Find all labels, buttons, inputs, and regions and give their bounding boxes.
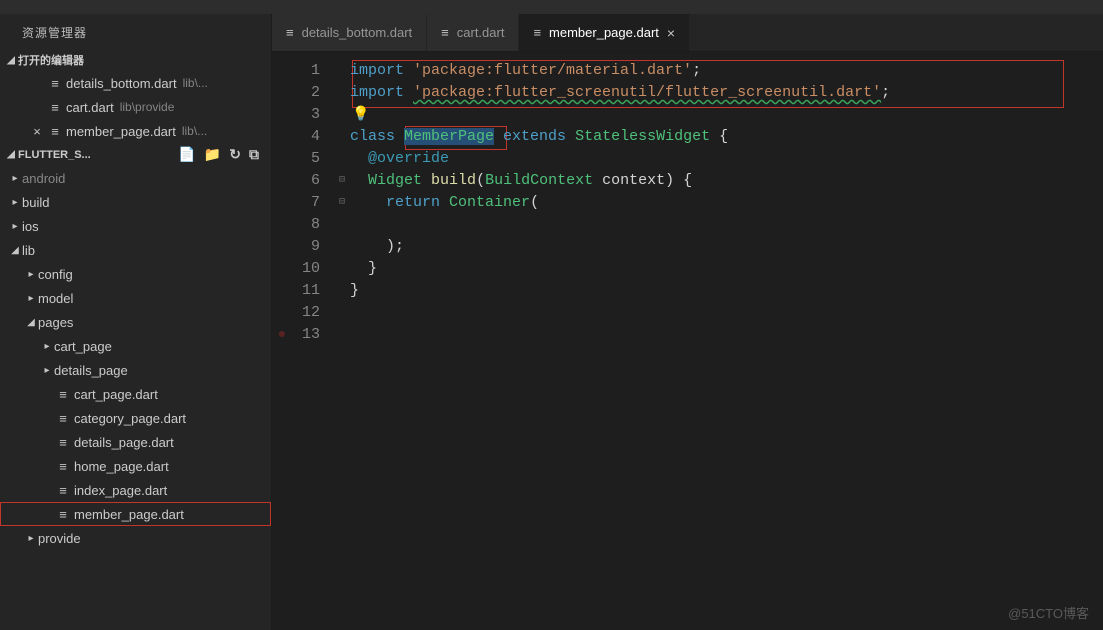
chevron-right-icon: ▸ [24, 269, 38, 280]
code-content[interactable]: import 'package:flutter/material.dart';i… [350, 60, 1103, 630]
file-icon: ≡ [441, 25, 449, 40]
file-icon: ≡ [46, 124, 64, 139]
tree-file[interactable]: ≡category_page.dart [0, 406, 271, 430]
fold-gutter[interactable]: ⊟⊟ [334, 60, 350, 630]
file-path: lib\provide [120, 100, 175, 114]
explorer-sidebar: 资源管理器 ◢ 打开的编辑器 ×≡details_bottom.dartlib\… [0, 14, 272, 630]
tree-folder[interactable]: ▸details_page [0, 358, 271, 382]
new-file-icon[interactable]: 📄 [178, 146, 195, 163]
file-icon: ≡ [286, 25, 294, 40]
tree-file[interactable]: ≡member_page.dart [0, 502, 271, 526]
chevron-down-icon: ◢ [4, 55, 18, 66]
breakpoint-gutter[interactable]: ● [272, 60, 292, 630]
tab-label: details_bottom.dart [302, 25, 413, 40]
file-icon: ≡ [46, 100, 64, 115]
chevron-down-icon: ◢ [4, 149, 18, 160]
file-icon: ≡ [54, 459, 72, 474]
tree-item-label: android [22, 171, 65, 186]
tree-item-label: category_page.dart [74, 411, 186, 426]
chevron-right-icon: ▸ [24, 533, 38, 544]
chevron-right-icon: ▸ [8, 173, 22, 184]
line-number-gutter: 12345678910111213 [292, 60, 334, 630]
tree-file[interactable]: ≡details_page.dart [0, 430, 271, 454]
tree-item-label: build [22, 195, 49, 210]
file-icon: ≡ [54, 507, 72, 522]
tree-folder[interactable]: ▸provide [0, 526, 271, 550]
tree-folder[interactable]: ◢pages [0, 310, 271, 334]
file-icon: ≡ [54, 411, 72, 426]
open-editors-list: ×≡details_bottom.dartlib\...×≡cart.dartl… [0, 71, 271, 143]
tree-item-label: cart_page.dart [74, 387, 158, 402]
tree-folder[interactable]: ▸cart_page [0, 334, 271, 358]
file-icon: ≡ [54, 435, 72, 450]
tree-item-label: index_page.dart [74, 483, 167, 498]
editor-tab[interactable]: ≡ cart.dart [427, 14, 519, 51]
chevron-right-icon: ▸ [24, 293, 38, 304]
editor-tabs: ≡ details_bottom.dart ≡ cart.dart ≡ member_pa… [272, 14, 1103, 52]
file-tree: ▸android▸build▸ios◢lib▸config▸model◢page… [0, 166, 271, 550]
refresh-icon[interactable]: ↻ [229, 146, 241, 163]
tree-file[interactable]: ≡cart_page.dart [0, 382, 271, 406]
tree-folder[interactable]: ◢lib [0, 238, 271, 262]
tree-folder[interactable]: ▸android [0, 166, 271, 190]
chevron-right-icon: ▸ [8, 221, 22, 232]
chevron-right-icon: ▸ [8, 197, 22, 208]
close-icon[interactable]: × [667, 25, 675, 41]
tree-folder[interactable]: ▸build [0, 190, 271, 214]
file-path: lib\... [183, 76, 208, 90]
tree-file[interactable]: ≡home_page.dart [0, 454, 271, 478]
tree-item-label: home_page.dart [74, 459, 169, 474]
close-icon[interactable]: × [28, 124, 46, 139]
tree-item-label: details_page [54, 363, 128, 378]
file-icon: ≡ [54, 483, 72, 498]
tree-item-label: member_page.dart [74, 507, 184, 522]
project-header[interactable]: ◢ FLUTTER_S... 📄 📁 ↻ ⧉ [0, 143, 271, 166]
tree-folder[interactable]: ▸config [0, 262, 271, 286]
tree-item-label: provide [38, 531, 81, 546]
open-editor-item[interactable]: ×≡cart.dartlib\provide [0, 95, 271, 119]
tree-file[interactable]: ≡index_page.dart [0, 478, 271, 502]
file-icon: ≡ [54, 387, 72, 402]
tree-folder[interactable]: ▸model [0, 286, 271, 310]
open-editor-item[interactable]: ×≡member_page.dart lib\... [0, 119, 271, 143]
tree-item-label: ios [22, 219, 39, 234]
editor-tab[interactable]: ≡ member_page.dart × [519, 14, 690, 51]
open-editors-header[interactable]: ◢ 打开的编辑器 [0, 49, 271, 71]
tree-item-label: details_page.dart [74, 435, 174, 450]
tree-item-label: pages [38, 315, 73, 330]
tab-label: member_page.dart [549, 25, 659, 40]
editor-tab[interactable]: ≡ details_bottom.dart [272, 14, 427, 51]
code-editor[interactable]: ● 12345678910111213 ⊟⊟ import 'package:f… [272, 52, 1103, 630]
chevron-down-icon: ◢ [8, 245, 22, 256]
lightbulb-icon[interactable]: 💡 [352, 107, 369, 123]
tree-folder[interactable]: ▸ios [0, 214, 271, 238]
tab-label: cart.dart [457, 25, 505, 40]
file-name: details_bottom.dart [66, 76, 177, 91]
editor-area: ≡ details_bottom.dart ≡ cart.dart ≡ member_pa… [272, 14, 1103, 630]
file-path: lib\... [182, 124, 207, 138]
watermark: @51CTO博客 [1008, 603, 1089, 622]
file-icon: ≡ [46, 76, 64, 91]
file-name: member_page.dart [66, 124, 176, 139]
file-icon: ≡ [533, 25, 541, 40]
file-name: cart.dart [66, 100, 114, 115]
collapse-all-icon[interactable]: ⧉ [249, 146, 259, 163]
tree-item-label: lib [22, 243, 35, 258]
chevron-down-icon: ◢ [24, 317, 38, 328]
explorer-title: 资源管理器 [0, 14, 271, 49]
open-editor-item[interactable]: ×≡details_bottom.dartlib\... [0, 71, 271, 95]
tree-item-label: cart_page [54, 339, 112, 354]
chevron-right-icon: ▸ [40, 341, 54, 352]
tree-item-label: config [38, 267, 73, 282]
chevron-right-icon: ▸ [40, 365, 54, 376]
app-menubar[interactable] [0, 0, 1103, 14]
tree-item-label: model [38, 291, 73, 306]
new-folder-icon[interactable]: 📁 [204, 146, 221, 163]
